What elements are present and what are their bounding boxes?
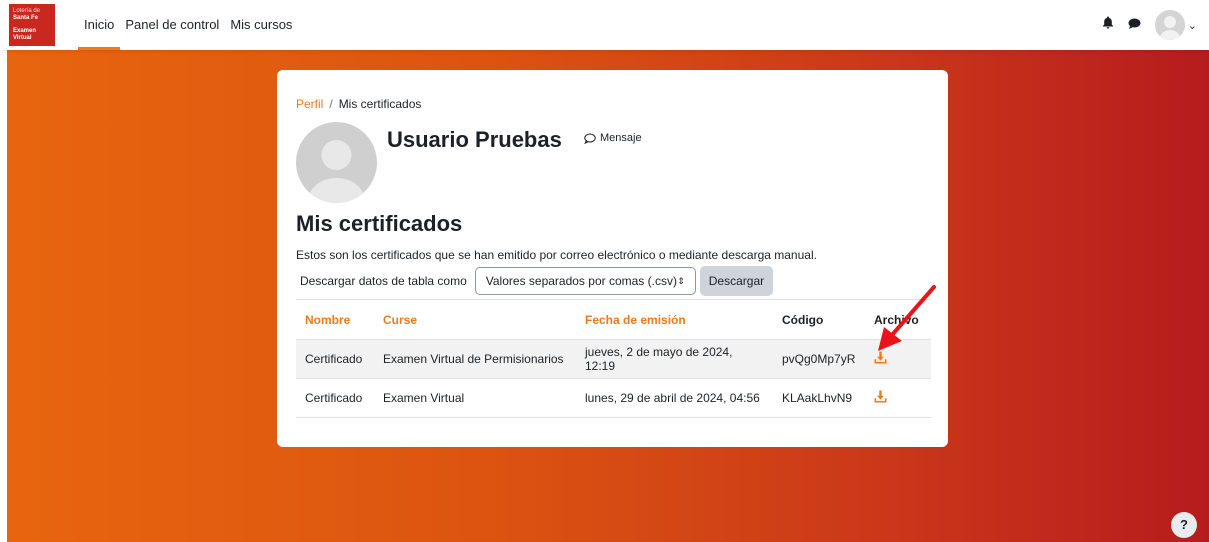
bell-icon[interactable] <box>1102 16 1114 34</box>
cell-codigo: KLAakLhvN9 <box>773 378 865 418</box>
cell-curse: Examen Virtual de Permisionarios <box>374 339 576 379</box>
nav-panel-de-control[interactable]: Panel de control <box>125 0 219 50</box>
cell-archivo <box>865 378 931 418</box>
column-codigo: Código <box>773 299 865 340</box>
column-curse[interactable]: Curse <box>374 299 576 340</box>
nav-icons: ⌄ <box>1102 10 1197 40</box>
cell-nombre: Certificado <box>296 339 374 379</box>
table-header-row: Nombre Curse Fecha de emisión Código Arc… <box>296 299 931 340</box>
breadcrumb-perfil[interactable]: Perfil <box>296 97 323 111</box>
format-selected-value: Valores separados por comas (.csv) <box>485 274 677 288</box>
certificates-table: Nombre Curse Fecha de emisión Código Arc… <box>296 299 931 418</box>
download-button[interactable]: Descargar <box>699 266 774 296</box>
primary-nav: Inicio Panel de control Mis cursos <box>77 0 303 50</box>
page-title: Mis certificados <box>296 211 463 236</box>
site-logo[interactable]: Lotería de Santa Fe Examen Virtual <box>9 4 55 46</box>
breadcrumb-separator: / <box>329 97 333 111</box>
profile-avatar <box>296 122 377 203</box>
table-row: Certificado Examen Virtual de Permisiona… <box>296 339 931 379</box>
nav-mis-cursos[interactable]: Mis cursos <box>230 0 292 50</box>
user-avatar[interactable] <box>1154 10 1185 40</box>
chat-icon[interactable] <box>1128 16 1141 34</box>
help-button[interactable]: ? <box>1171 512 1197 538</box>
cell-curse: Examen Virtual <box>374 378 576 418</box>
profile-card: Perfil / Mis certificados Usuario Pruebas … <box>277 70 948 447</box>
cell-codigo: pvQg0Mp7yR <box>773 339 865 379</box>
logo-text-3: Examen <box>13 28 37 34</box>
breadcrumb: Perfil / Mis certificados <box>296 97 421 111</box>
certificates-description: Estos son los certificados que se han em… <box>296 248 817 262</box>
logo-text-2: Santa Fe <box>13 15 39 21</box>
red-arrow-annotation <box>878 285 936 351</box>
top-navbar: Lotería de Santa Fe Examen Virtual Inici… <box>0 0 1209 50</box>
format-select[interactable]: Valores separados por comas (.csv) ⇕ <box>474 267 696 295</box>
breadcrumb-current: Mis certificados <box>338 97 422 111</box>
cell-fecha: lunes, 29 de abril de 2024, 04:56 <box>576 378 773 418</box>
select-arrows-icon: ⇕ <box>677 275 685 286</box>
column-fecha[interactable]: Fecha de emisión <box>576 299 773 340</box>
nav-inicio[interactable]: Inicio <box>77 0 121 50</box>
message-icon <box>584 133 596 144</box>
message-link[interactable]: Mensaje <box>584 132 642 144</box>
cell-fecha: jueves, 2 de mayo de 2024, 12:19 <box>576 339 773 379</box>
download-icon[interactable] <box>874 390 887 406</box>
column-nombre[interactable]: Nombre <box>296 299 374 340</box>
logo-text-1: Lotería de <box>13 8 41 14</box>
table-row: Certificado Examen Virtual lunes, 29 de … <box>296 378 931 418</box>
cell-nombre: Certificado <box>296 378 374 418</box>
chevron-down-icon[interactable]: ⌄ <box>1188 19 1197 32</box>
download-label: Descargar datos de tabla como <box>300 274 467 288</box>
user-name: Usuario Pruebas <box>387 127 562 152</box>
logo-text-4: Virtual <box>13 35 32 41</box>
message-label: Mensaje <box>600 132 642 144</box>
download-row: Descargar datos de tabla como Valores se… <box>300 266 774 296</box>
